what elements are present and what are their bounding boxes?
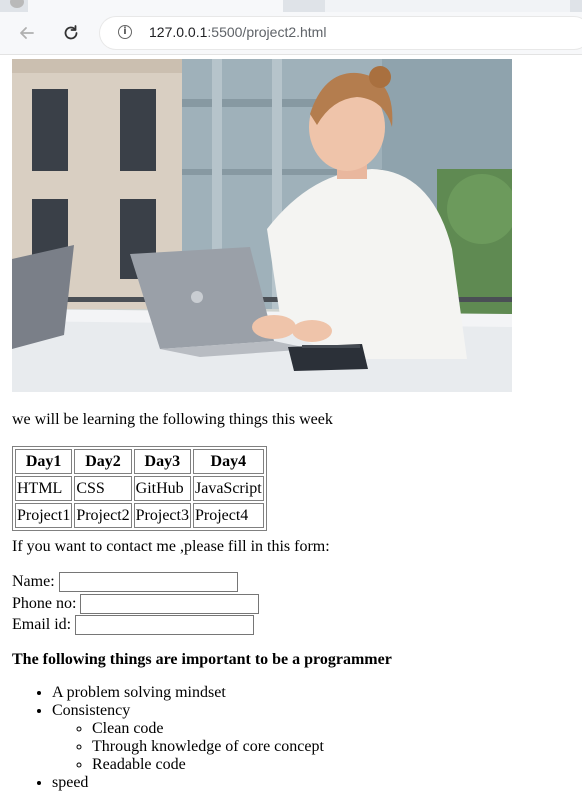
back-button[interactable] bbox=[14, 20, 40, 46]
name-input[interactable] bbox=[58, 572, 238, 592]
skills-list: A problem solving mindset Consistency Cl… bbox=[12, 684, 324, 792]
phone-input[interactable] bbox=[80, 594, 260, 614]
sub-list-item: Through knowledge of core concept bbox=[92, 738, 324, 756]
sub-list-item: Clean code bbox=[92, 720, 324, 738]
hero-image bbox=[12, 59, 512, 392]
table-row: Project1 Project2 Project3 Project4 bbox=[15, 503, 264, 528]
list-item-label: Consistency bbox=[52, 702, 131, 719]
table-cell: GitHub bbox=[133, 476, 191, 501]
contact-text: If you want to contact me ,please fill i… bbox=[12, 538, 330, 555]
name-label: Name: bbox=[12, 573, 55, 590]
table-header-cell: Day1 bbox=[15, 449, 73, 474]
back-arrow-icon bbox=[20, 27, 34, 39]
address-bar[interactable]: i 127.0.0.1:5500/project2.html bbox=[100, 17, 582, 49]
sub-list: Clean code Through knowledge of core con… bbox=[52, 720, 324, 774]
site-info-icon[interactable]: i bbox=[118, 25, 132, 39]
profile-avatar-icon[interactable] bbox=[10, 0, 24, 8]
tab-active[interactable] bbox=[28, 0, 283, 12]
browser-toolbar: i 127.0.0.1:5500/project2.html bbox=[0, 12, 582, 55]
list-item: A problem solving mindset bbox=[52, 684, 324, 702]
list-item: speed bbox=[52, 774, 324, 792]
table-cell: Project1 bbox=[15, 503, 73, 528]
table-cell: Project2 bbox=[74, 503, 132, 528]
sub-list-item: Readable code bbox=[92, 756, 324, 774]
schedule-table: Day1 Day2 Day3 Day4 HTML CSS GitHub Java… bbox=[12, 446, 267, 531]
intro-text: we will be learning the following things… bbox=[12, 411, 333, 428]
phone-label: Phone no: bbox=[12, 595, 77, 612]
table-header-cell: Day4 bbox=[192, 449, 264, 474]
tab-second[interactable]: ✕ bbox=[325, 0, 570, 12]
table-cell: Project4 bbox=[192, 503, 264, 528]
table-header-row: Day1 Day2 Day3 Day4 bbox=[15, 449, 264, 474]
email-input[interactable] bbox=[75, 615, 255, 635]
reload-icon bbox=[64, 25, 78, 40]
email-row: Email id: bbox=[12, 615, 255, 635]
section-heading: The following things are important to be… bbox=[12, 651, 392, 668]
table-cell: Project3 bbox=[133, 503, 191, 528]
url-text[interactable]: 127.0.0.1:5500/project2.html bbox=[149, 24, 326, 40]
table-header-cell: Day3 bbox=[133, 449, 191, 474]
table-cell: JavaScript bbox=[192, 476, 264, 501]
list-item: Consistency Clean code Through knowledge… bbox=[52, 702, 324, 774]
reload-button[interactable] bbox=[58, 20, 84, 46]
table-row: HTML CSS GitHub JavaScript bbox=[15, 476, 264, 501]
phone-row: Phone no: bbox=[12, 594, 260, 614]
table-header-cell: Day2 bbox=[74, 449, 132, 474]
tab-strip: ✕ bbox=[0, 0, 582, 12]
table-cell: HTML bbox=[15, 476, 73, 501]
email-label: Email id: bbox=[12, 616, 72, 633]
name-row: Name: bbox=[12, 572, 238, 592]
table-cell: CSS bbox=[74, 476, 132, 501]
close-icon[interactable]: ✕ bbox=[551, 0, 562, 3]
